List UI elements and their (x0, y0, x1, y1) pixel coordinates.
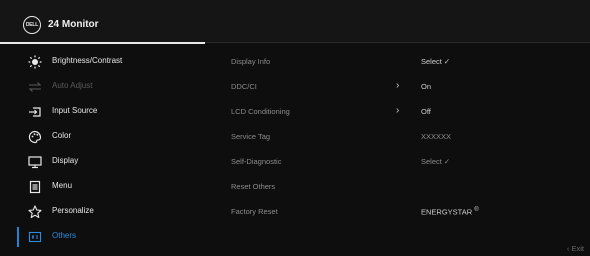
menu-item-color[interactable]: Color (0, 124, 210, 149)
menu-label: Auto Adjust (52, 81, 93, 90)
menu-item-personalize[interactable]: Personalize (0, 199, 210, 224)
option-label: Service Tag (231, 132, 271, 141)
main-menu: Brightness/Contrast Auto Adjust Input So… (0, 49, 210, 249)
energystar-label: ENERGYSTAR (421, 207, 473, 217)
menu-item-menu[interactable]: Menu (0, 174, 210, 199)
header-bar: DELL 24 Monitor (0, 0, 590, 44)
menu-label: Color (52, 131, 72, 140)
option-lcd-conditioning[interactable]: LCD Conditioning › Off (231, 99, 590, 124)
menu-item-input-source[interactable]: Input Source (0, 99, 210, 124)
menu-item-brightness-contrast[interactable]: Brightness/Contrast (0, 49, 210, 74)
chevron-right-icon: › (396, 105, 400, 116)
color-palette-icon (28, 130, 42, 144)
monitor-title: 24 Monitor (48, 19, 99, 30)
logo-text: DELL (25, 22, 39, 28)
chevron-right-icon: › (396, 80, 400, 91)
brightness-icon (28, 55, 42, 69)
option-label: Reset Others (231, 182, 276, 191)
option-reset-others[interactable]: Reset Others (231, 174, 590, 199)
option-value: XXXXXX (421, 132, 452, 141)
input-source-icon (28, 105, 42, 119)
menu-label: Display (52, 156, 79, 165)
menu-item-display[interactable]: Display (0, 149, 210, 174)
others-icon (28, 230, 42, 244)
option-label: LCD Conditioning (231, 107, 290, 116)
menu-label: Brightness/Contrast (52, 56, 123, 65)
option-self-diagnostic[interactable]: Self-Diagnostic Select ✓ (231, 149, 590, 174)
display-icon (28, 155, 42, 169)
options-panel: Display Info Select ✓ DDC/CI › On LCD Co… (231, 49, 590, 224)
menu-label: Personalize (52, 206, 94, 215)
option-label: DDC/CI (231, 82, 257, 91)
option-display-info[interactable]: Display Info Select ✓ (231, 49, 590, 74)
menu-label: Input Source (52, 106, 98, 115)
header-divider (205, 42, 590, 43)
auto-adjust-icon (28, 80, 42, 94)
star-icon (28, 205, 42, 219)
option-label: Factory Reset (231, 207, 278, 216)
menu-item-others[interactable]: Others (0, 224, 210, 249)
registered-mark: ® (474, 207, 479, 213)
option-service-tag: Service Tag XXXXXX (231, 124, 590, 149)
option-label: Display Info (231, 57, 271, 66)
exit-button[interactable]: ‹ Exit (567, 244, 584, 253)
option-value: Select ✓ (421, 57, 451, 66)
option-label: Self-Diagnostic (231, 157, 282, 166)
dell-logo: DELL (23, 16, 41, 34)
option-ddc-ci[interactable]: DDC/CI › On (231, 74, 590, 99)
active-indicator (17, 227, 19, 247)
option-value: ENERGYSTAR ® (421, 207, 479, 217)
menu-label: Others (52, 231, 77, 240)
menu-label: Menu (52, 181, 73, 190)
option-value: Select ✓ (421, 157, 451, 166)
menu-icon (28, 180, 42, 194)
menu-item-auto-adjust: Auto Adjust (0, 74, 210, 99)
option-value: On (421, 82, 432, 91)
option-factory-reset[interactable]: Factory Reset ENERGYSTAR ® (231, 199, 590, 224)
title-underline (0, 42, 205, 44)
option-value: Off (421, 107, 431, 116)
